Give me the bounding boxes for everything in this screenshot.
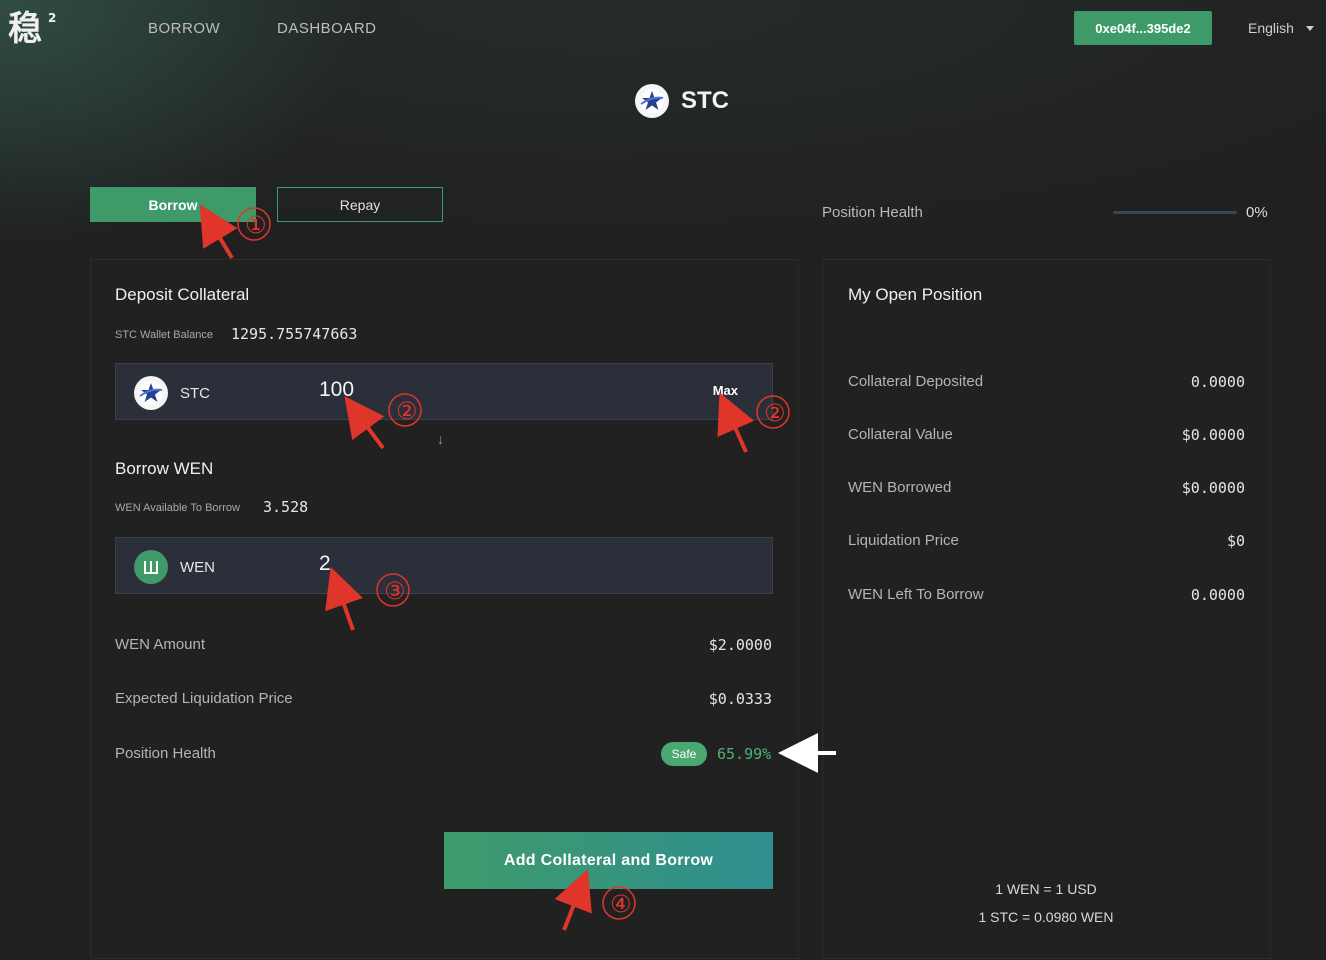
token-title: STC [681, 87, 729, 114]
position-health-percent: 0% [1246, 204, 1268, 221]
stc-star-icon [635, 84, 669, 118]
add-collateral-borrow-button[interactable]: Add Collateral and Borrow [444, 832, 773, 889]
open-position-title: My Open Position [848, 285, 983, 304]
app-logo[interactable]: 稳 2 [8, 6, 58, 49]
safe-badge: Safe [661, 742, 707, 766]
deposit-amount-input[interactable]: 100 [319, 378, 499, 402]
language-selector[interactable]: English [1248, 20, 1314, 36]
liquidation-price-pos-value: $0 [1226, 532, 1245, 550]
rate-stc-wen: 1 STC = 0.0980 WEN [978, 909, 1114, 925]
collateral-value-value: $0.0000 [1181, 426, 1245, 444]
annotation-arrow [199, 204, 238, 260]
position-health-bar [1113, 211, 1237, 214]
nav-borrow[interactable]: BORROW [148, 20, 220, 37]
position-health-label: Position Health [822, 204, 923, 221]
borrow-amount-input[interactable]: 2 [319, 552, 499, 576]
borrow-token: WEN [134, 550, 215, 584]
logo-sup: 2 [48, 11, 56, 25]
wen-borrowed-label: WEN Borrowed [848, 479, 952, 496]
collateral-deposited-label: Collateral Deposited [848, 373, 984, 390]
wen-available-label: WEN Available To Borrow [115, 502, 240, 514]
wen-borrowed-value: $0.0000 [1181, 479, 1245, 497]
collateral-value-label: Collateral Value [848, 426, 953, 443]
stc-balance-label: STC Wallet Balance [115, 329, 214, 341]
chevron-down-icon [1305, 25, 1314, 31]
collateral-deposited-value: 0.0000 [1190, 373, 1245, 391]
liquidation-price-pos-label: Liquidation Price [848, 532, 959, 549]
stc-balance-value: 1295.755747663 [231, 325, 358, 343]
rate-wen-usd: 1 WEN = 1 USD [995, 881, 1097, 897]
wen-available-value: 3.528 [263, 498, 309, 516]
nav-dashboard[interactable]: DASHBOARD [277, 20, 377, 37]
wen-left-value: 0.0000 [1190, 586, 1245, 604]
token-header: STC [635, 84, 729, 118]
arrow-down-icon: ↓ [437, 431, 444, 447]
borrow-token-label: WEN [180, 558, 215, 576]
wen-left-label: WEN Left To Borrow [848, 586, 984, 603]
deposit-title: Deposit Collateral [115, 285, 250, 304]
wallet-address-button[interactable]: 0xe04f...395de2 [1074, 11, 1212, 45]
borrow-title: Borrow WEN [115, 459, 214, 478]
position-health-row-value: 65.99% [717, 745, 772, 763]
language-label: English [1248, 20, 1294, 36]
liquidation-price-label: Expected Liquidation Price [115, 690, 293, 707]
max-button[interactable]: Max [713, 383, 738, 398]
liquidation-price-value: $0.0333 [708, 690, 772, 708]
wen-amount-value: $2.0000 [708, 636, 772, 654]
wen-icon [134, 550, 168, 584]
open-position-panel [822, 259, 1271, 959]
tab-repay[interactable]: Repay [277, 187, 443, 222]
wen-amount-label: WEN Amount [115, 636, 206, 653]
stc-star-icon [134, 376, 168, 410]
deposit-input-box[interactable]: STC 100 Max [115, 363, 773, 420]
deposit-token: STC [134, 376, 210, 410]
position-health-row-label: Position Health [115, 745, 216, 762]
logo-glyph: 稳 [8, 9, 42, 46]
tab-borrow[interactable]: Borrow [90, 187, 256, 222]
borrow-input-box[interactable]: WEN 2 [115, 537, 773, 594]
deposit-token-label: STC [180, 384, 210, 402]
